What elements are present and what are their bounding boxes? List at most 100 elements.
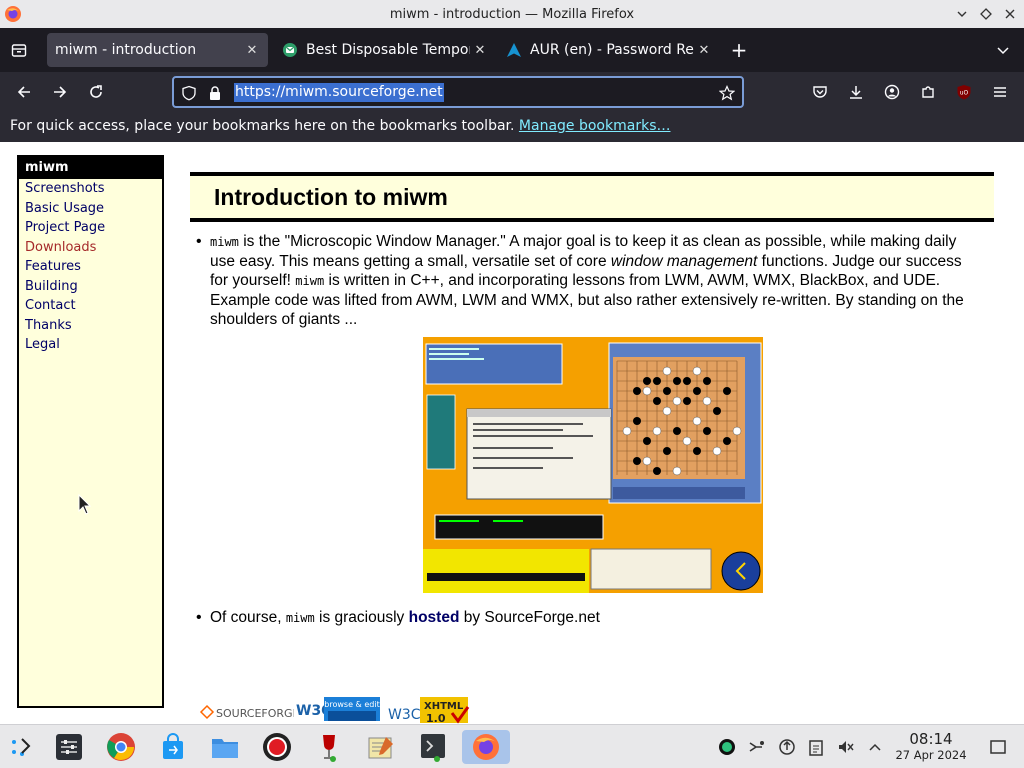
- maximize-icon[interactable]: [976, 4, 996, 24]
- tray-kdeconnect-icon[interactable]: [746, 737, 766, 757]
- sidebar-link-legal[interactable]: Legal: [19, 335, 162, 355]
- close-tab-icon[interactable]: ✕: [470, 40, 490, 60]
- desktop-screenshot-graphic: [423, 337, 763, 593]
- clock-time: 08:14: [909, 730, 953, 748]
- tray-volume-muted-icon[interactable]: [836, 737, 856, 757]
- site-sidebar: miwm Screenshots Basic Usage Project Pag…: [17, 155, 164, 708]
- firefox-view-button[interactable]: [4, 36, 34, 64]
- pocket-button[interactable]: [807, 80, 833, 104]
- taskbar-clock[interactable]: 08:14 27 Apr 2024: [890, 731, 972, 763]
- close-window-icon[interactable]: [1000, 4, 1020, 24]
- close-tab-icon[interactable]: ✕: [694, 40, 714, 60]
- system-taskbar: 08:14 27 Apr 2024: [0, 724, 1024, 768]
- taskbar-discover[interactable]: [156, 730, 190, 764]
- bookmark-star-icon[interactable]: [718, 84, 736, 102]
- code-miwm: miwm: [210, 235, 239, 249]
- chrome-icon: [107, 733, 135, 761]
- manage-bookmarks-link[interactable]: Manage bookmarks…: [519, 118, 671, 134]
- forward-button[interactable]: [47, 80, 73, 104]
- list-all-tabs-button[interactable]: [992, 39, 1014, 61]
- intro-paragraph: • miwm is the "Microscopic Window Manage…: [196, 232, 970, 329]
- sourceforge-logo[interactable]: SOURCEFORGE: [199, 704, 300, 720]
- reload-button[interactable]: [83, 80, 109, 104]
- close-tab-icon[interactable]: ✕: [242, 40, 262, 60]
- new-tab-button[interactable]: +: [728, 38, 750, 62]
- tab-disposable-email[interactable]: Best Disposable Tempora ✕: [274, 33, 496, 67]
- w3c-xhtml-badge[interactable]: W3C XHTML 1.0: [386, 697, 472, 724]
- back-button[interactable]: [11, 80, 37, 104]
- minimize-icon[interactable]: [952, 4, 972, 24]
- footer-badges: SOURCEFORGE W3C browse & edit W3C XHTML …: [198, 697, 478, 724]
- sidebar-link-basic-usage[interactable]: Basic Usage: [19, 199, 162, 219]
- navigation-toolbar: https://miwm.sourceforge.net uO: [0, 72, 1024, 112]
- intro-emphasis: window management: [610, 253, 758, 270]
- hosting-text-2: is graciously: [314, 609, 409, 626]
- launcher-icon: [12, 738, 31, 756]
- taskbar-file-manager[interactable]: [208, 730, 242, 764]
- arch-icon: [507, 43, 521, 57]
- taskbar-chrome[interactable]: [104, 730, 138, 764]
- url-text[interactable]: https://miwm.sourceforge.net: [234, 83, 444, 102]
- tab-aur-password-reset[interactable]: AUR (en) - Password Rese ✕: [498, 33, 720, 67]
- page-title-box: Introduction to miwm: [190, 172, 994, 222]
- page-viewport: miwm Screenshots Basic Usage Project Pag…: [0, 142, 1024, 724]
- pocket-icon: [813, 86, 827, 98]
- chevron-down-icon: [997, 47, 1009, 55]
- sidebar-link-contact[interactable]: Contact: [19, 296, 162, 316]
- taskbar-text-editor[interactable]: [364, 730, 398, 764]
- sidebar-link-downloads[interactable]: Downloads: [19, 238, 162, 258]
- tab-title: Best Disposable Tempora: [306, 42, 470, 58]
- mouse-cursor-icon: [78, 494, 92, 515]
- sidebar-link-thanks[interactable]: Thanks: [19, 316, 162, 336]
- extensions-button[interactable]: [915, 80, 941, 104]
- forward-arrow-icon: [54, 86, 67, 98]
- record-icon: [263, 733, 291, 761]
- reload-icon: [90, 85, 102, 98]
- mail-icon: [283, 43, 297, 57]
- w3c-amaya-badge[interactable]: W3C browse & edit: [294, 697, 380, 724]
- download-icon: [850, 86, 862, 99]
- miwm-screenshot-image[interactable]: [423, 337, 763, 593]
- taskbar-system-settings[interactable]: [52, 730, 86, 764]
- ublock-origin-button[interactable]: uO: [951, 80, 977, 104]
- tray-update-icon[interactable]: [777, 737, 797, 757]
- tracking-protection-shield-icon[interactable]: [180, 84, 198, 102]
- taskbar-screen-recorder[interactable]: [260, 730, 294, 764]
- tray-status-icon[interactable]: [717, 737, 737, 757]
- address-bar[interactable]: https://miwm.sourceforge.net: [172, 76, 744, 108]
- notepad-icon: [368, 737, 393, 759]
- sidebar-link-building[interactable]: Building: [19, 277, 162, 297]
- taskbar-firefox[interactable]: [462, 730, 510, 764]
- hamburger-menu-icon: [994, 87, 1006, 97]
- code-miwm: miwm: [285, 611, 315, 625]
- hosting-paragraph: • Of course, miwm is graciously hosted b…: [196, 608, 970, 628]
- account-button[interactable]: [879, 80, 905, 104]
- window-titlebar: miwm - introduction — Mozilla Firefox: [0, 0, 1024, 28]
- back-arrow-icon: [17, 86, 30, 98]
- tray-expand-chevron-icon[interactable]: [865, 737, 885, 757]
- intro-content: • miwm is the "Microscopic Window Manage…: [196, 232, 970, 626]
- folder-icon: [212, 739, 238, 758]
- sidebar-link-project-page[interactable]: Project Page: [19, 218, 162, 238]
- svg-text:uO: uO: [960, 90, 969, 97]
- hosted-link[interactable]: hosted: [409, 609, 460, 626]
- taskbar-wine-app[interactable]: [312, 730, 346, 764]
- application-launcher[interactable]: [4, 730, 38, 764]
- firefox-logo-icon: [5, 6, 21, 22]
- window-title: miwm - introduction — Mozilla Firefox: [389, 6, 635, 22]
- terminal-icon: [421, 734, 445, 762]
- downloads-button[interactable]: [843, 80, 869, 104]
- sidebar-link-features[interactable]: Features: [19, 257, 162, 277]
- code-miwm: miwm: [295, 274, 325, 288]
- sidebar-link-screenshots[interactable]: Screenshots: [19, 179, 162, 199]
- tray-clipboard-icon[interactable]: [806, 737, 826, 757]
- show-desktop-icon[interactable]: [988, 737, 1008, 757]
- browse-edit-text: browse & edit: [324, 700, 379, 709]
- tab-miwm-introduction[interactable]: miwm - introduction ✕: [47, 33, 268, 67]
- sourceforge-badge-text: SOURCEFORGE: [216, 707, 300, 720]
- xhtml-text: XHTML: [424, 701, 464, 712]
- lock-icon[interactable]: [206, 84, 224, 102]
- app-menu-button[interactable]: [987, 80, 1013, 104]
- hosting-text-1: Of course,: [210, 609, 286, 626]
- taskbar-terminal[interactable]: [416, 730, 450, 764]
